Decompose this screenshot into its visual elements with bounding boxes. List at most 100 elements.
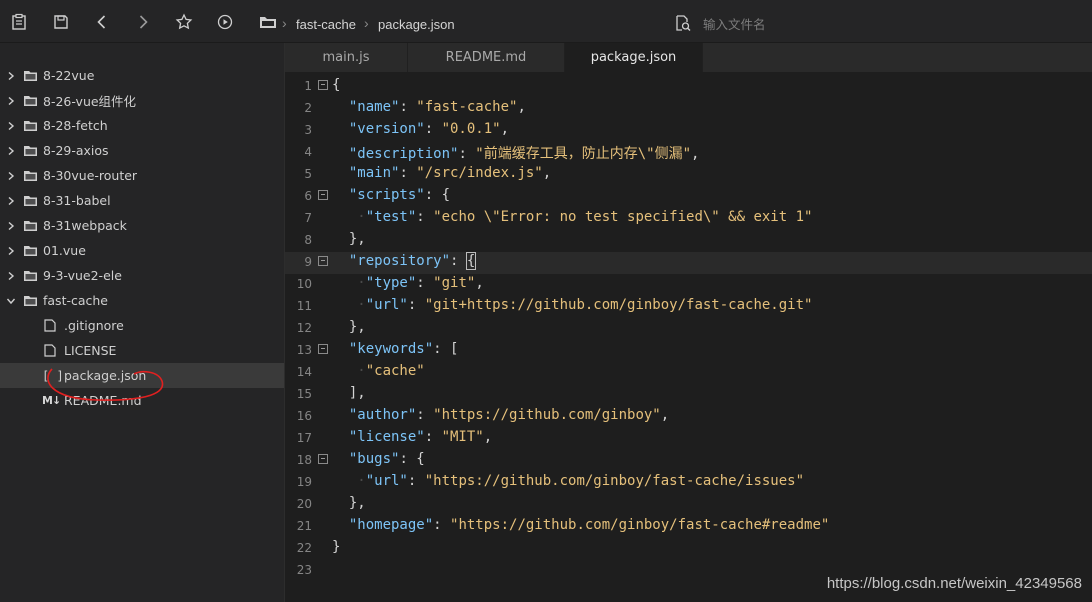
file-search-icon[interactable] [674, 14, 692, 32]
chevron-down-icon [6, 296, 16, 306]
breadcrumb-separator: › [282, 15, 287, 31]
code-line[interactable]: 4 "description": "前端缓存工具，防止内存\"侧漏", [285, 142, 1092, 164]
code-text: { [332, 77, 341, 93]
fold-toggle-icon[interactable] [318, 344, 328, 354]
tree-item-label: 8-31webpack [43, 218, 127, 233]
code-line[interactable]: 6 "scripts": { [285, 186, 1092, 208]
code-text: "homepage": "https://github.com/ginboy/f… [348, 517, 830, 533]
folder-icon [24, 195, 37, 206]
code-line[interactable]: 19 ·"url": "https://github.com/ginboy/fa… [285, 472, 1092, 494]
code-text: "version": "0.0.1", [348, 121, 510, 137]
chevron-right-icon [6, 146, 16, 156]
tree-file-item[interactable]: .gitignore [0, 313, 284, 338]
code-line[interactable]: 10 ·"type": "git", [285, 274, 1092, 296]
breadcrumb-folder[interactable]: fast-cache [296, 17, 356, 32]
tab-main-js[interactable]: main.js [285, 43, 408, 72]
code-line[interactable]: 5 "main": "/src/index.js", [285, 164, 1092, 186]
code-text: "main": "/src/index.js", [348, 165, 552, 181]
tree-file-item[interactable]: LICENSE [0, 338, 284, 363]
tab-package-json[interactable]: package.json [565, 43, 703, 72]
breadcrumb-file[interactable]: package.json [378, 17, 455, 32]
code-line[interactable]: 13 "keywords": [ [285, 340, 1092, 362]
line-number: 22 [296, 541, 312, 555]
line-number: 16 [296, 409, 312, 423]
code-line[interactable]: 18 "bugs": { [285, 450, 1092, 472]
line-number: 13 [296, 343, 312, 357]
code-text: "license": "MIT", [348, 429, 493, 445]
line-number: 14 [296, 365, 312, 379]
line-number: 17 [296, 431, 312, 445]
code-line[interactable]: 7 ·"test": "echo \"Error: no test specif… [285, 208, 1092, 230]
tree-folder-item[interactable]: 8-26-vue组件化 [0, 88, 284, 113]
folder-icon [24, 220, 37, 231]
play-circle-icon[interactable] [214, 11, 236, 33]
tree-file-item[interactable]: M↓ README.md [0, 388, 284, 413]
file-search-input[interactable] [703, 13, 1083, 35]
tree-folder-item-open[interactable]: fast-cache [0, 288, 284, 313]
folder-icon [24, 70, 37, 81]
tree-item-label: .gitignore [64, 318, 124, 333]
toolbar: › fast-cache › package.json [0, 0, 1092, 43]
code-line[interactable]: 9 "repository": { [285, 252, 1092, 274]
save-icon[interactable] [50, 11, 72, 33]
code-line[interactable]: 11 ·"url": "git+https://github.com/ginbo… [285, 296, 1092, 318]
code-line[interactable]: 3 "version": "0.0.1", [285, 120, 1092, 142]
tree-folder-item[interactable]: 8-30vue-router [0, 163, 284, 188]
code-editor[interactable]: 1{2 "name": "fast-cache", 3 "version": "0… [285, 72, 1092, 602]
tree-folder-item[interactable]: 8-22vue [0, 63, 284, 88]
code-line[interactable]: 8 }, [285, 230, 1092, 252]
folder-icon [24, 245, 37, 256]
chevron-right-icon[interactable] [132, 11, 154, 33]
code-line[interactable]: 15 ], [285, 384, 1092, 406]
code-line[interactable]: 17 "license": "MIT", [285, 428, 1092, 450]
code-line[interactable]: 20 }, [285, 494, 1092, 516]
tree-folder-item[interactable]: 8-31-babel [0, 188, 284, 213]
clipboard-icon[interactable] [8, 11, 30, 33]
chevron-right-icon [6, 271, 16, 281]
code-line[interactable]: 22} [285, 538, 1092, 560]
tree-item-label: 8-31-babel [43, 193, 111, 208]
chevron-right-icon [6, 121, 16, 131]
chevron-left-icon[interactable] [91, 11, 113, 33]
tree-item-label: 8-28-fetch [43, 118, 108, 133]
fold-toggle-icon[interactable] [318, 454, 328, 464]
code-text: "bugs": { [348, 451, 425, 467]
code-text: "description": "前端缓存工具，防止内存\"侧漏", [348, 146, 700, 162]
line-number: 21 [296, 519, 312, 533]
tree-folder-item[interactable]: 8-28-fetch [0, 113, 284, 138]
chevron-right-icon [6, 171, 16, 181]
watermark: https://blog.csdn.net/weixin_42349568 [826, 575, 1082, 592]
code-line[interactable]: 1{ [285, 76, 1092, 98]
star-icon[interactable] [173, 11, 195, 33]
line-number: 9 [304, 255, 312, 269]
tree-folder-item[interactable]: 8-31webpack [0, 213, 284, 238]
code-text: "keywords": [ [348, 341, 459, 357]
json-file-icon: [ ] [42, 368, 64, 383]
code-line[interactable]: 21 "homepage": "https://github.com/ginbo… [285, 516, 1092, 538]
tree-folder-item[interactable]: 01.vue [0, 238, 284, 263]
tree-file-item[interactable]: [ ] package.json [0, 363, 284, 388]
line-number: 18 [296, 453, 312, 467]
folder-icon [24, 120, 37, 131]
line-number: 19 [296, 475, 312, 489]
fold-toggle-icon[interactable] [318, 256, 328, 266]
code-text: }, [348, 495, 366, 511]
code-line[interactable]: 16 "author": "https://github.com/ginboy"… [285, 406, 1092, 428]
file-icon [44, 344, 56, 357]
code-text: ·"cache" [332, 363, 425, 379]
code-line[interactable]: 2 "name": "fast-cache", [285, 98, 1092, 120]
code-line[interactable]: 14 ·"cache" [285, 362, 1092, 384]
fold-toggle-icon[interactable] [318, 80, 328, 90]
markdown-icon: M↓ [42, 394, 61, 407]
fold-toggle-icon[interactable] [318, 190, 328, 200]
tree-folder-item[interactable]: 8-29-axios [0, 138, 284, 163]
code-line[interactable]: 12 }, [285, 318, 1092, 340]
line-number: 15 [296, 387, 312, 401]
line-number: 3 [304, 123, 312, 137]
tab-readme-md[interactable]: README.md [408, 43, 565, 72]
tree-folder-item[interactable]: 9-3-vue2-ele [0, 263, 284, 288]
code-text: }, [348, 319, 366, 335]
tree-item-label: README.md [64, 393, 142, 408]
line-number: 6 [304, 189, 312, 203]
tree-item-label: fast-cache [43, 293, 109, 308]
